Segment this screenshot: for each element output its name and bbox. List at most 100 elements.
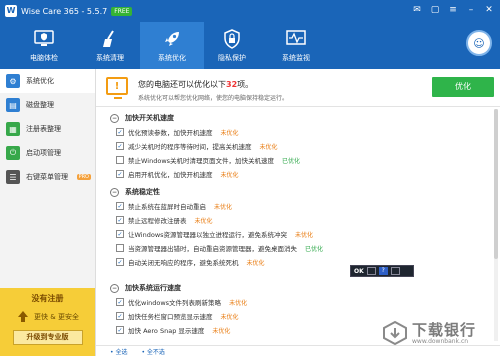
option-row[interactable]: 禁止Windows关机时清理页面文件，加快关机速度 已优化 [116,155,300,165]
minimize-icon[interactable]: – [464,3,478,17]
scrollbar-thumb[interactable] [494,109,498,259]
option-row[interactable]: ✓ 自动关闭无响应的程序，避免系统死机 未优化 [116,257,265,267]
option-text: 当资源管理器出错时，自动重启资源管理器，避免桌面消失 [128,245,297,253]
window-icon[interactable] [390,267,400,275]
option-row[interactable]: ✓ 启用开机优化，加快开机速度 未优化 [116,169,239,179]
optimize-button[interactable]: 优化 [432,77,494,97]
tab-label: 系统清理 [96,54,124,62]
free-badge: FREE [111,6,133,16]
status-text: 未优化 [229,299,248,307]
option-text: 减少关机时的程序等待时间，提高关机速度 [128,143,252,151]
select-all-label: 全选 [115,348,128,356]
warning-monitor-icon: ! [106,77,128,99]
status-text: 已优化 [282,157,301,165]
sidebar-item-label: 右键菜单管理 [26,173,68,181]
group-startup-speed[interactable]: − 加快开关机速度 [110,113,174,123]
status-text: 未优化 [220,129,239,137]
tab-privacy[interactable]: 隐私保护 [200,22,264,69]
status-text: 未优化 [246,259,265,267]
registry-icon: ▦ [6,122,20,136]
sidebar-item-startup[interactable]: ⏻ 启动项管理 [0,141,95,165]
lock-icon [221,28,243,50]
group-runtime-speed[interactable]: − 加快系统运行速度 [110,283,181,293]
unregistered-text: 没有注册 [31,294,64,303]
checkbox[interactable] [116,244,124,252]
checkbox[interactable] [116,156,124,164]
checkbox[interactable]: ✓ [116,128,124,136]
alert-subtext: 系统优化可以帮您优化网络，使您的电脑保持稳定运行。 [138,95,289,102]
checkbox[interactable]: ✓ [116,258,124,266]
app-logo-icon: W [5,5,17,17]
scrollbar[interactable] [494,109,498,341]
option-row[interactable]: ✓ 加快 Aero Snap 显示速度 未优化 [116,325,230,335]
account-avatar[interactable]: ☺ [466,30,492,56]
upgrade-arrow-icon [18,311,29,322]
sidebar-item-system-optimize[interactable]: ⚙ 系统优化 [0,69,95,93]
sidebar-item-label: 系统优化 [26,77,54,85]
watermark-logo-icon [383,320,407,346]
status-text: 未优化 [295,231,314,239]
monitor-shield-icon [33,28,55,50]
power-icon: ⏻ [6,146,20,160]
upgrade-pro-button[interactable]: 升级到专业版 [12,330,83,345]
option-row[interactable]: 当资源管理器出错时，自动重启资源管理器，避免桌面消失 已优化 [116,243,323,253]
disk-icon: ▤ [6,98,20,112]
checkbox[interactable]: ✓ [116,326,124,334]
status-text: 未优化 [214,203,233,211]
sidebar: ⚙ 系统优化 ▤ 磁盘整理 ▦ 注册表整理 ⏻ 启动项管理 ☰ 右键菜单管理 P… [0,69,96,356]
status-text: 未优化 [220,171,239,179]
collapse-icon: − [110,283,119,293]
broom-icon [99,28,121,50]
ok-label: OK [354,267,364,275]
sidebar-item-label: 启动项管理 [26,149,61,157]
tab-monitor[interactable]: 系统监视 [264,22,328,69]
option-row[interactable]: ✓ 禁止系统在蓝屏时自动重启 未优化 [116,201,232,211]
option-row[interactable]: ✓ 加快任务栏窗口预览显示速度 未优化 [116,311,239,321]
feedback-icon[interactable]: ✉ [410,3,424,17]
watermark-url: www.downbank.cn [412,338,469,345]
checkbox[interactable]: ✓ [116,298,124,306]
status-text: 已优化 [305,245,324,253]
checkbox[interactable]: ✓ [116,216,124,224]
skin-icon[interactable]: ▢ [428,3,442,17]
group-stability[interactable]: − 系统稳定性 [110,187,160,197]
checkbox[interactable]: ✓ [116,142,124,150]
option-row[interactable]: ✓ 让Windows资源管理器以独立进程运行，避免系统冲突 未优化 [116,229,313,239]
menu-icon[interactable]: ≡ [446,3,460,17]
checkbox[interactable]: ✓ [116,230,124,238]
alert-prefix: 您的电脑还可以优化以下 [138,80,226,89]
window-icon[interactable] [366,267,376,275]
sidebar-item-disk-defrag[interactable]: ▤ 磁盘整理 [0,93,95,117]
tab-clean[interactable]: 系统清理 [78,22,142,69]
option-text: 禁止远程修改注册表 [128,217,187,225]
sidebar-item-registry[interactable]: ▦ 注册表整理 [0,117,95,141]
option-row[interactable]: ✓ 禁止远程修改注册表 未优化 [116,215,213,225]
alert-count: 32 [226,80,238,89]
help-button[interactable]: ? [378,267,388,275]
select-none-link[interactable]: • 全不选 [141,347,164,356]
option-row[interactable]: ✓ 优化预读参数，加快开机速度 未优化 [116,127,239,137]
checkbox[interactable]: ✓ [116,170,124,178]
optimize-alert: ! 您的电脑还可以优化以下32项。 系统优化可以帮您优化网络，使您的电脑保持稳定… [96,69,500,107]
window-controls: ✉ ▢ ≡ – ✕ [410,3,496,17]
watermark: 下载银行 www.downbank.cn [382,318,498,354]
close-icon[interactable]: ✕ [482,3,496,17]
sidebar-item-context-menu[interactable]: ☰ 右键菜单管理 PRO [0,165,95,189]
tab-optimize[interactable]: 系统优化 [140,22,204,69]
group-title: 系统稳定性 [125,188,160,196]
promo-more: 更快 & 更安全 [0,310,95,324]
option-text: 禁止系统在蓝屏时自动重启 [128,203,206,211]
main-panel: ! 您的电脑还可以优化以下32项。 系统优化可以帮您优化网络，使您的电脑保持稳定… [96,69,500,356]
checkbox[interactable]: ✓ [116,312,124,320]
group-title: 加快开关机速度 [125,114,174,122]
main-tabs: 电脑体检 系统清理 系统优化 隐私保护 系统监视 ☺ [0,22,500,69]
checkbox[interactable]: ✓ [116,202,124,210]
status-text: 未优化 [220,313,239,321]
option-row[interactable]: ✓ 优化windows文件列表刷新策略 未优化 [116,297,247,307]
context-menu-icon: ☰ [6,170,20,184]
tab-checkup[interactable]: 电脑体检 [12,22,76,69]
option-row[interactable]: ✓ 减少关机时的程序等待时间，提高关机速度 未优化 [116,141,278,151]
select-all-link[interactable]: • 全选 [110,347,127,356]
title-bar: W Wise Care 365 - 5.5.7 FREE ✉ ▢ ≡ – ✕ [0,0,500,22]
group-title: 加快系统运行速度 [125,284,181,292]
